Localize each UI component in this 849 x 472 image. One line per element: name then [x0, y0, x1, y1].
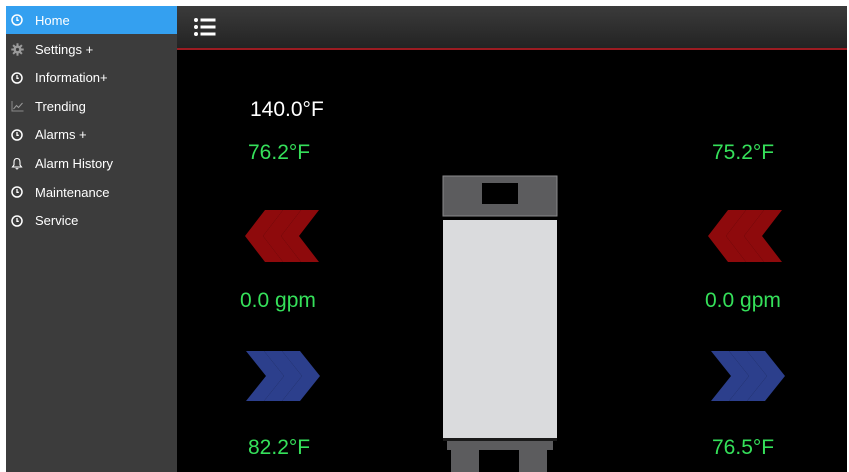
sidebar-item-label: Service [35, 213, 79, 229]
sidebar-item-label: Settings + [35, 41, 94, 57]
sidebar-item-label: Home [35, 12, 70, 28]
right-cold-arrows-icon [711, 351, 785, 401]
main-display: 140.0°F 76.2°F 75.2°F 0.0 gpm 0.0 gpm 82… [177, 50, 847, 472]
sidebar-item-label: Alarms + [35, 127, 87, 143]
header-bar [177, 6, 847, 50]
sidebar-item-alarm-history[interactable]: Alarm History [6, 150, 177, 177]
sidebar-item-label: Alarm History [35, 155, 114, 171]
bell-icon [10, 156, 24, 170]
right-hot-temp: 75.2°F [712, 141, 775, 164]
sidebar-item-label: Trending [35, 98, 86, 114]
sidebar-item-home[interactable]: Home [6, 6, 177, 34]
clock-icon [10, 13, 24, 27]
left-hot-temp: 76.2°F [248, 141, 311, 164]
clock-icon [10, 71, 24, 85]
sidebar-item-information[interactable]: Information+ [6, 64, 177, 91]
left-cold-arrows-icon [246, 351, 320, 401]
right-cold-temp: 76.5°F [712, 436, 775, 459]
clock-icon [10, 185, 24, 199]
right-flow-rate: 0.0 gpm [705, 289, 781, 312]
left-hot-arrows-icon [245, 210, 319, 262]
right-hot-arrows-icon [708, 210, 782, 262]
left-cold-temp: 82.2°F [248, 436, 311, 459]
list-menu-icon[interactable] [193, 16, 217, 38]
sidebar-item-maintenance[interactable]: Maintenance [6, 179, 177, 206]
sidebar-item-settings[interactable]: Settings + [6, 36, 177, 63]
sidebar-item-label: Information+ [35, 70, 108, 86]
app-frame: Home Settings + Information+ Trending Al… [6, 6, 847, 472]
sidebar: Home Settings + Information+ Trending Al… [6, 6, 177, 472]
sidebar-item-service[interactable]: Service [6, 207, 177, 234]
clock-icon [10, 214, 24, 228]
gear-icon [10, 42, 24, 56]
setpoint-temp: 140.0°F [250, 98, 324, 121]
chart-icon [10, 99, 24, 113]
water-heater-unit [442, 175, 558, 472]
sidebar-item-trending[interactable]: Trending [6, 93, 177, 120]
sidebar-item-alarms[interactable]: Alarms + [6, 121, 177, 148]
left-flow-rate: 0.0 gpm [240, 289, 316, 312]
sidebar-item-label: Maintenance [35, 184, 110, 200]
clock-icon [10, 128, 24, 142]
